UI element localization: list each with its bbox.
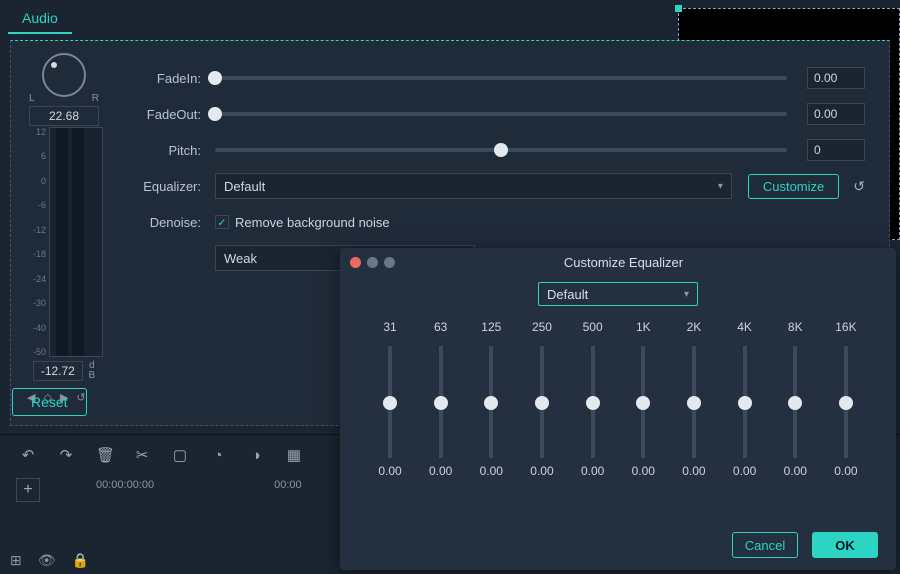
equalizer-modal: Customize Equalizer Default ▾ 310.00 630… [340,248,896,570]
minimize-icon[interactable] [367,257,378,268]
eq-slider-2k[interactable] [692,346,696,458]
delete-icon[interactable]: 🗑 [96,446,112,464]
eq-slider-63[interactable] [439,346,443,458]
chevron-down-icon: ▾ [718,181,723,192]
fadeout-label: FadeOut: [129,107,201,122]
add-track-button[interactable]: + [16,478,40,502]
pan-left-label: L [29,93,35,104]
reset-eq-icon[interactable]: ↺ [853,178,865,195]
meter-unit: dB [88,361,95,381]
customize-button[interactable]: Customize [748,174,839,199]
equalizer-select[interactable]: Default ▾ [215,173,732,199]
fadein-label: FadeIn: [129,71,201,86]
filmstrip-icon[interactable]: ⊞ [10,552,22,569]
fadein-value[interactable]: 0.00 [807,67,865,89]
eq-slider-125[interactable] [489,346,493,458]
pitch-label: Pitch: [129,143,201,158]
eq-slider-16k[interactable] [844,346,848,458]
eq-slider-31[interactable] [388,346,392,458]
pan-value[interactable]: 22.68 [29,106,99,126]
speed-icon[interactable]: ◔ [210,447,226,464]
undo-icon[interactable]: ↶ [20,446,36,464]
eq-preset-value: Default [547,287,588,302]
fadeout-value[interactable]: 0.00 [807,103,865,125]
eq-slider-1k[interactable] [641,346,645,458]
equalizer-label: Equalizer: [129,179,201,194]
eq-slider-8k[interactable] [793,346,797,458]
pan-knob[interactable] [42,53,86,97]
equalizer-select-value: Default [224,179,265,194]
modal-titlebar[interactable]: Customize Equalizer [340,248,896,276]
eq-preset-select[interactable]: Default ▾ [538,282,698,306]
reset-button[interactable]: Reset [12,388,87,416]
crop-icon[interactable]: ▢ [172,446,188,464]
tab-audio[interactable]: Audio [8,4,72,34]
color-icon[interactable]: ◑ [248,447,264,464]
pan-knob-group: L R 22.68 [29,53,99,126]
eq-band-2k: 2K0.00 [674,320,714,482]
timecode: 00:00:00:00 [96,479,154,491]
meter-scale: 12 6 0 -6 -12 -18 -24 -30 -40 -50 [25,127,49,357]
resize-handle-icon[interactable] [675,5,682,12]
eq-band-500: 5000.00 [573,320,613,482]
denoise-checkbox[interactable]: ✓ [215,215,229,229]
pitch-slider[interactable] [215,148,787,152]
meter-value[interactable]: -12.72 [33,361,83,381]
eq-bands: 310.00 630.00 1250.00 2500.00 5000.00 1K… [370,320,866,482]
chevron-down-icon: ▾ [684,289,689,300]
eq-band-8k: 8K0.00 [775,320,815,482]
denoise-check-text: Remove background noise [235,215,390,230]
timecode: 00:00 [274,479,302,491]
eq-band-31: 310.00 [370,320,410,482]
maximize-icon[interactable] [384,257,395,268]
eq-band-4k: 4K0.00 [725,320,765,482]
eq-band-250: 2500.00 [522,320,562,482]
close-icon[interactable] [350,257,361,268]
more-icon[interactable]: ▦ [286,446,302,464]
meter-bars [49,127,103,357]
pitch-value[interactable]: 0 [807,139,865,161]
visibility-icon[interactable]: 👁 [38,552,56,569]
eq-band-16k: 16K0.00 [826,320,866,482]
lock-icon[interactable]: 🔒 [72,552,89,569]
fadeout-slider[interactable] [215,112,787,116]
fadein-slider[interactable] [215,76,787,80]
denoise-strength-value: Weak [224,251,257,266]
denoise-label: Denoise: [129,215,201,230]
track-icons: ⊞ 👁 🔒 [10,552,89,569]
cut-icon[interactable]: ✂ [134,446,150,464]
eq-slider-250[interactable] [540,346,544,458]
ok-button[interactable]: OK [812,532,878,558]
redo-icon[interactable]: ↷ [58,446,74,464]
eq-band-1k: 1K0.00 [623,320,663,482]
modal-title: Customize Equalizer [401,255,846,270]
pan-right-label: R [92,93,99,104]
level-meter: 12 6 0 -6 -12 -18 -24 -30 -40 -50 [25,127,103,357]
cancel-button[interactable]: Cancel [732,532,798,558]
eq-band-63: 630.00 [421,320,461,482]
eq-slider-4k[interactable] [743,346,747,458]
eq-band-125: 1250.00 [471,320,511,482]
eq-slider-500[interactable] [591,346,595,458]
